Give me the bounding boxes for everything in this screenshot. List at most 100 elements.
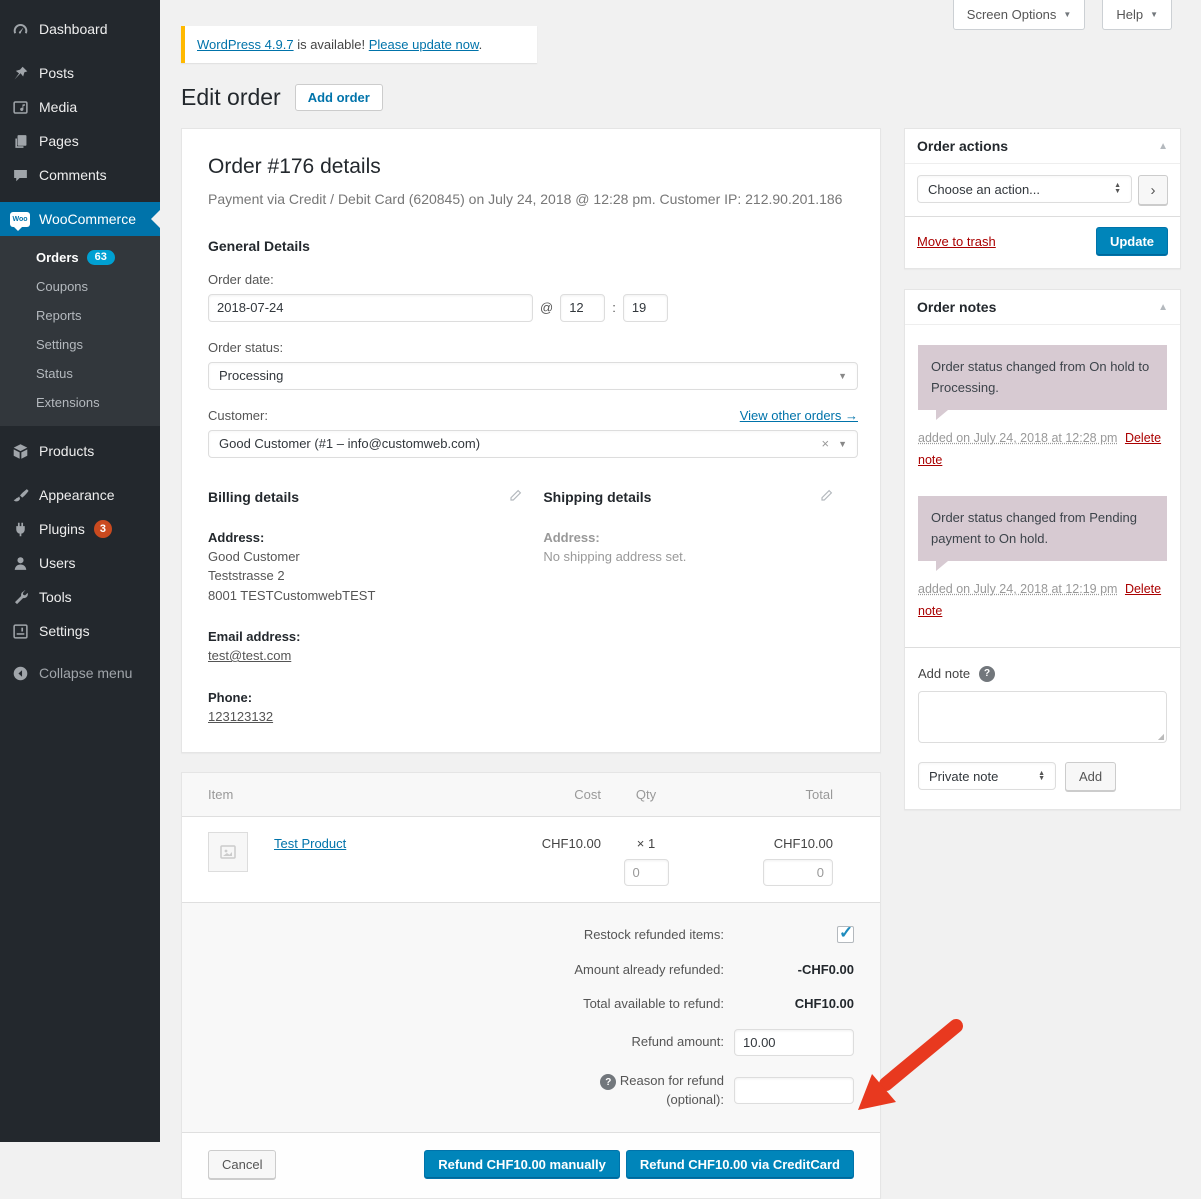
refund-total-input[interactable] — [763, 859, 833, 886]
refund-manually-button[interactable]: Refund CHF10.00 manually — [424, 1150, 620, 1179]
item-total-value: CHF10.00 — [691, 836, 833, 851]
orders-count-badge: 63 — [87, 250, 115, 265]
admin-sidebar: Dashboard Posts Media Pages Comments Woo… — [0, 0, 160, 1142]
refund-actions-footer: Cancel Refund CHF10.00 manually Refund C… — [182, 1132, 880, 1198]
wordpress-version-link[interactable]: WordPress 4.9.7 — [197, 37, 294, 52]
resize-grip-icon[interactable]: ◢ — [1158, 732, 1164, 741]
clear-selection-icon[interactable]: × — [821, 436, 829, 451]
order-notes-panel: Order notes ▲ Order status changed from … — [904, 289, 1181, 810]
shipping-details-heading: Shipping details — [543, 489, 651, 505]
update-now-link[interactable]: Please update now — [369, 37, 479, 52]
sidebar-item-media[interactable]: Media — [0, 90, 160, 124]
order-note: Order status changed from Pending paymen… — [918, 496, 1167, 623]
refund-via-creditcard-button[interactable]: Refund CHF10.00 via CreditCard — [626, 1150, 854, 1179]
billing-address-label: Address: — [208, 530, 523, 545]
sidebar-item-orders[interactable]: Orders 63 — [0, 243, 160, 272]
view-other-orders-link[interactable]: View other orders → — [740, 408, 858, 423]
note-timestamp: added on July 24, 2018 at 12:19 pm — [918, 582, 1117, 596]
update-button[interactable]: Update — [1096, 227, 1168, 256]
refund-section: Restock refunded items: ✓ Amount already… — [182, 902, 880, 1132]
pushpin-icon — [10, 63, 30, 83]
order-status-select[interactable]: Processing ▼ — [208, 362, 858, 390]
help-icon[interactable]: ? — [600, 1074, 616, 1090]
restock-label: Restock refunded items: — [584, 925, 724, 945]
select-updown-icon: ▲▼ — [1114, 183, 1121, 194]
billing-address-line: Teststrasse 2 — [208, 566, 523, 586]
order-date-label: Order date: — [208, 272, 854, 287]
sidebar-item-coupons[interactable]: Coupons — [0, 272, 160, 301]
screen-options-tab[interactable]: Screen Options ▼ — [953, 0, 1086, 30]
panel-toggle-icon[interactable]: ▲ — [1158, 302, 1168, 313]
edit-shipping-pencil-icon[interactable] — [819, 488, 834, 506]
sidebar-item-dashboard[interactable]: Dashboard — [0, 12, 160, 46]
col-qty: Qty — [601, 787, 691, 802]
move-to-trash-link[interactable]: Move to trash — [917, 234, 996, 249]
customer-select[interactable]: Good Customer (#1 – info@customweb.com) … — [208, 430, 858, 458]
sidebar-item-label: Plugins — [39, 521, 85, 537]
sidebar-item-label: Collapse menu — [39, 665, 132, 681]
product-thumbnail-placeholder-icon — [208, 832, 248, 872]
sidebar-item-extensions[interactable]: Extensions — [0, 388, 160, 417]
sidebar-item-woocommerce[interactable]: Woo WooCommerce — [0, 202, 160, 236]
shipping-address-empty-text: No shipping address set. — [543, 547, 834, 567]
panel-toggle-icon[interactable]: ▲ — [1158, 141, 1168, 152]
sidebar-item-posts[interactable]: Posts — [0, 56, 160, 90]
refund-reason-input[interactable] — [734, 1077, 854, 1104]
restock-checkbox[interactable]: ✓ — [837, 926, 854, 943]
help-tab[interactable]: Help ▼ — [1102, 0, 1172, 30]
sidebar-item-status[interactable]: Status — [0, 359, 160, 388]
woocommerce-icon: Woo — [10, 209, 30, 229]
refund-reason-label: ? Reason for refund (optional): — [554, 1071, 724, 1110]
edit-billing-pencil-icon[interactable] — [508, 488, 523, 506]
sidebar-item-comments[interactable]: Comments — [0, 158, 160, 192]
sidebar-item-wc-settings[interactable]: Settings — [0, 330, 160, 359]
apply-action-button[interactable]: › — [1138, 175, 1168, 205]
sidebar-item-settings[interactable]: Settings — [0, 614, 160, 648]
comment-bubble-icon — [10, 165, 30, 185]
sidebar-item-appearance[interactable]: Appearance — [0, 478, 160, 512]
order-date-input[interactable] — [208, 294, 533, 322]
billing-address-line: 8001 TESTCustomwebTEST — [208, 586, 523, 606]
sidebar-item-plugins[interactable]: Plugins 3 — [0, 512, 160, 546]
user-icon — [10, 553, 30, 573]
admin-content: Screen Options ▼ Help ▼ WordPress 4.9.7 … — [160, 0, 1201, 1142]
order-minute-input[interactable] — [623, 294, 668, 322]
sidebar-item-reports[interactable]: Reports — [0, 301, 160, 330]
sidebar-item-tools[interactable]: Tools — [0, 580, 160, 614]
refund-qty-input[interactable] — [624, 859, 669, 886]
order-action-select[interactable]: Choose an action... ▲▼ — [917, 175, 1132, 203]
chevron-down-icon: ▼ — [1150, 10, 1158, 19]
time-separator: : — [612, 300, 616, 315]
chevron-down-icon: ▼ — [838, 439, 847, 449]
sidebar-item-label: Settings — [39, 623, 90, 639]
billing-phone-link[interactable]: 123123132 — [208, 709, 273, 724]
note-type-select[interactable]: Private note ▲▼ — [918, 762, 1056, 790]
add-note-button[interactable]: Add — [1065, 762, 1116, 791]
help-icon[interactable]: ? — [979, 666, 995, 682]
sidebar-item-pages[interactable]: Pages — [0, 124, 160, 158]
order-hour-input[interactable] — [560, 294, 605, 322]
billing-email-link[interactable]: test@test.com — [208, 648, 291, 663]
dashboard-icon — [10, 19, 30, 39]
cancel-button[interactable]: Cancel — [208, 1150, 276, 1179]
add-order-button[interactable]: Add order — [295, 84, 383, 111]
sidebar-item-products[interactable]: Products — [0, 434, 160, 468]
general-details-heading: General Details — [208, 238, 854, 254]
item-qty-value: × 1 — [601, 836, 691, 851]
refund-amount-input[interactable] — [734, 1029, 854, 1056]
collapse-menu-button[interactable]: Collapse menu — [0, 656, 160, 690]
screen-meta-tabs: Screen Options ▼ Help ▼ — [953, 0, 1172, 30]
woocommerce-submenu: Orders 63 Coupons Reports Settings Statu… — [0, 236, 160, 426]
sidebar-item-users[interactable]: Users — [0, 546, 160, 580]
already-refunded-label: Amount already refunded: — [574, 960, 724, 980]
chevron-down-icon: ▼ — [1063, 10, 1071, 19]
product-name-link[interactable]: Test Product — [274, 836, 346, 851]
products-box-icon — [10, 441, 30, 461]
sidebar-item-label: Products — [39, 443, 94, 459]
add-note-textarea[interactable] — [918, 691, 1167, 743]
active-menu-notch — [151, 210, 160, 228]
col-cost: Cost — [481, 787, 601, 802]
items-table-header: Item Cost Qty Total — [182, 773, 880, 817]
order-actions-panel: Order actions ▲ Choose an action... ▲▼ ›… — [904, 128, 1181, 269]
order-item-row: Test Product CHF10.00 × 1 CHF10.00 — [182, 817, 880, 902]
